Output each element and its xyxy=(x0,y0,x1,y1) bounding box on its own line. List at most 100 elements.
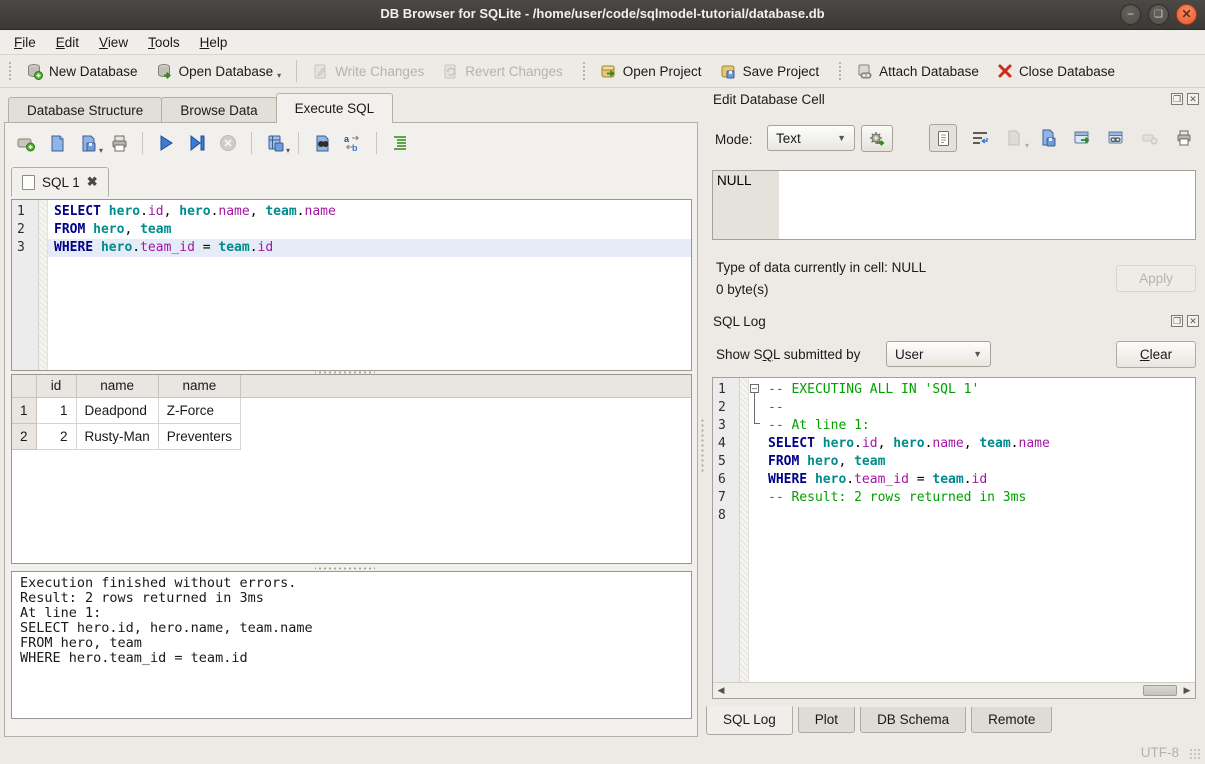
cell-id[interactable]: 1 xyxy=(36,397,76,423)
cell-value: NULL xyxy=(713,171,779,239)
attach-database-icon xyxy=(856,63,873,80)
attach-database-button[interactable]: Attach Database xyxy=(847,59,988,84)
sql-document-icon xyxy=(22,175,35,190)
save-results-icon[interactable]: ▾ xyxy=(264,132,286,154)
maximize-icon[interactable]: ❑ xyxy=(1148,4,1169,25)
menubar: File Edit View Tools Help xyxy=(0,30,1205,55)
log-code[interactable]: -- EXECUTING ALL IN 'SQL 1'---- At line … xyxy=(762,378,1195,682)
cell-id[interactable]: 2 xyxy=(36,423,76,449)
toolbar-separator xyxy=(296,60,297,82)
tab-remote[interactable]: Remote xyxy=(971,707,1052,733)
print-sql-icon[interactable] xyxy=(108,132,130,154)
tab-database-structure[interactable]: Database Structure xyxy=(8,97,162,123)
stop-execution-icon xyxy=(217,132,239,154)
toolbar-grip[interactable] xyxy=(582,61,587,81)
results-column-name2[interactable]: name xyxy=(158,375,240,397)
open-database-dropdown-icon[interactable]: ▾ xyxy=(277,71,281,80)
tab-plot[interactable]: Plot xyxy=(798,707,855,733)
close-database-button[interactable]: Close Database xyxy=(988,59,1124,83)
fold-collapse-icon[interactable]: – xyxy=(750,384,759,393)
menu-tools[interactable]: Tools xyxy=(138,32,190,53)
log-margin xyxy=(740,378,749,682)
svg-text:b: b xyxy=(352,143,358,153)
table-row: 1 1 Deadpond Z-Force xyxy=(12,397,241,423)
new-sql-tab-icon[interactable] xyxy=(15,132,37,154)
tab-sql-log[interactable]: SQL Log xyxy=(706,706,793,735)
cell-team-name[interactable]: Z-Force xyxy=(158,397,240,423)
sql-toolbar-separator xyxy=(251,132,252,154)
save-results-dropdown-icon[interactable]: ▾ xyxy=(286,146,290,155)
open-sql-file-icon[interactable] xyxy=(46,132,68,154)
mode-label: Mode: xyxy=(715,132,753,147)
scroll-right-icon[interactable]: ▶ xyxy=(1179,685,1195,696)
cell-size-info: 0 byte(s) xyxy=(716,282,769,297)
results-header-row: id name name xyxy=(12,375,241,397)
menu-view[interactable]: View xyxy=(89,32,138,53)
save-sql-dropdown-icon[interactable]: ▾ xyxy=(99,146,103,155)
save-sql-file-icon[interactable]: ▾ xyxy=(77,132,99,154)
clear-log-button[interactable]: Clear xyxy=(1116,341,1196,368)
save-project-button[interactable]: Save Project xyxy=(711,59,829,84)
link-icon[interactable] xyxy=(1105,127,1127,149)
tab-db-schema[interactable]: DB Schema xyxy=(860,707,966,733)
sql-editor[interactable]: 123 SELECT hero.id, hero.name, team.name… xyxy=(11,199,692,371)
find-replace-icon[interactable]: ab xyxy=(342,132,364,154)
open-project-button[interactable]: Open Project xyxy=(591,59,711,84)
toolbar-grip[interactable] xyxy=(8,61,13,81)
pane-splitter-handle[interactable] xyxy=(700,418,705,474)
tab-browse-data[interactable]: Browse Data xyxy=(161,97,276,123)
cell-editor-toolbar: ▾ xyxy=(929,124,1195,152)
text-mode-icon[interactable] xyxy=(929,124,957,152)
right-pane: Edit Database Cell ❐ ✕ Mode: Text ▼ ▾ xyxy=(703,88,1205,740)
auto-switch-mode-button[interactable] xyxy=(861,125,893,152)
float-panel-icon[interactable]: ❐ xyxy=(1171,93,1183,105)
cell-type-info: Type of data currently in cell: NULL xyxy=(716,260,926,275)
menu-file[interactable]: File xyxy=(4,32,46,53)
print-cell-icon[interactable] xyxy=(1173,127,1195,149)
scroll-left-icon[interactable]: ◀ xyxy=(713,685,729,696)
open-database-button[interactable]: Open Database ▾ xyxy=(147,59,291,84)
minimize-icon[interactable]: − xyxy=(1120,4,1141,25)
float-panel-icon[interactable]: ❐ xyxy=(1171,315,1183,327)
close-icon[interactable]: ✕ xyxy=(1176,4,1197,25)
scrollbar-thumb[interactable] xyxy=(1143,685,1177,696)
format-sql-icon[interactable] xyxy=(389,132,411,154)
resize-grip-icon[interactable] xyxy=(1189,748,1202,761)
editor-code[interactable]: SELECT hero.id, hero.name, team.nameFROM… xyxy=(48,200,691,370)
menu-help[interactable]: Help xyxy=(190,32,238,53)
close-panel-icon[interactable]: ✕ xyxy=(1187,93,1199,105)
row-number[interactable]: 2 xyxy=(12,423,36,449)
sql-document-tab[interactable]: SQL 1 ✖ xyxy=(11,167,109,197)
log-filter-label: Show SQL submitted by xyxy=(716,347,860,362)
tab-execute-sql[interactable]: Execute SQL xyxy=(276,93,394,123)
mode-select[interactable]: Text ▼ xyxy=(767,125,855,151)
log-filter-select[interactable]: User ▼ xyxy=(886,341,991,367)
export-cell-data-icon[interactable] xyxy=(1037,127,1059,149)
menu-edit[interactable]: Edit xyxy=(46,32,89,53)
toolbar-grip[interactable] xyxy=(838,61,843,81)
sql-tab-close-icon[interactable]: ✖ xyxy=(87,174,98,190)
execution-message: Execution finished without errors. Resul… xyxy=(11,571,692,719)
log-line-numbers: 12345678 xyxy=(713,378,740,682)
import-cell-data-icon: ▾ xyxy=(1003,127,1025,149)
svg-text:a: a xyxy=(344,134,350,144)
word-wrap-icon[interactable] xyxy=(969,127,991,149)
chevron-down-icon: ▼ xyxy=(837,133,846,143)
open-external-icon[interactable] xyxy=(1071,127,1093,149)
cell-hero-name[interactable]: Rusty-Man xyxy=(76,423,158,449)
results-grid: id name name 1 1 Deadpond Z-Force 2 2 Ru… xyxy=(11,374,692,564)
row-number[interactable]: 1 xyxy=(12,397,36,423)
new-database-button[interactable]: New Database xyxy=(17,59,147,84)
cell-hero-name[interactable]: Deadpond xyxy=(76,397,158,423)
execute-all-icon[interactable] xyxy=(155,132,177,154)
results-column-id[interactable]: id xyxy=(36,375,76,397)
log-horizontal-scrollbar[interactable]: ◀ ▶ xyxy=(713,682,1195,698)
close-panel-icon[interactable]: ✕ xyxy=(1187,315,1199,327)
execute-line-icon[interactable] xyxy=(186,132,208,154)
find-icon[interactable] xyxy=(311,132,333,154)
results-column-name1[interactable]: name xyxy=(76,375,158,397)
cell-value-editor[interactable]: NULL xyxy=(712,170,1196,240)
encoding-indicator[interactable]: UTF-8 xyxy=(1141,745,1179,760)
statusbar: UTF-8 xyxy=(0,740,1205,764)
cell-team-name[interactable]: Preventers xyxy=(158,423,240,449)
